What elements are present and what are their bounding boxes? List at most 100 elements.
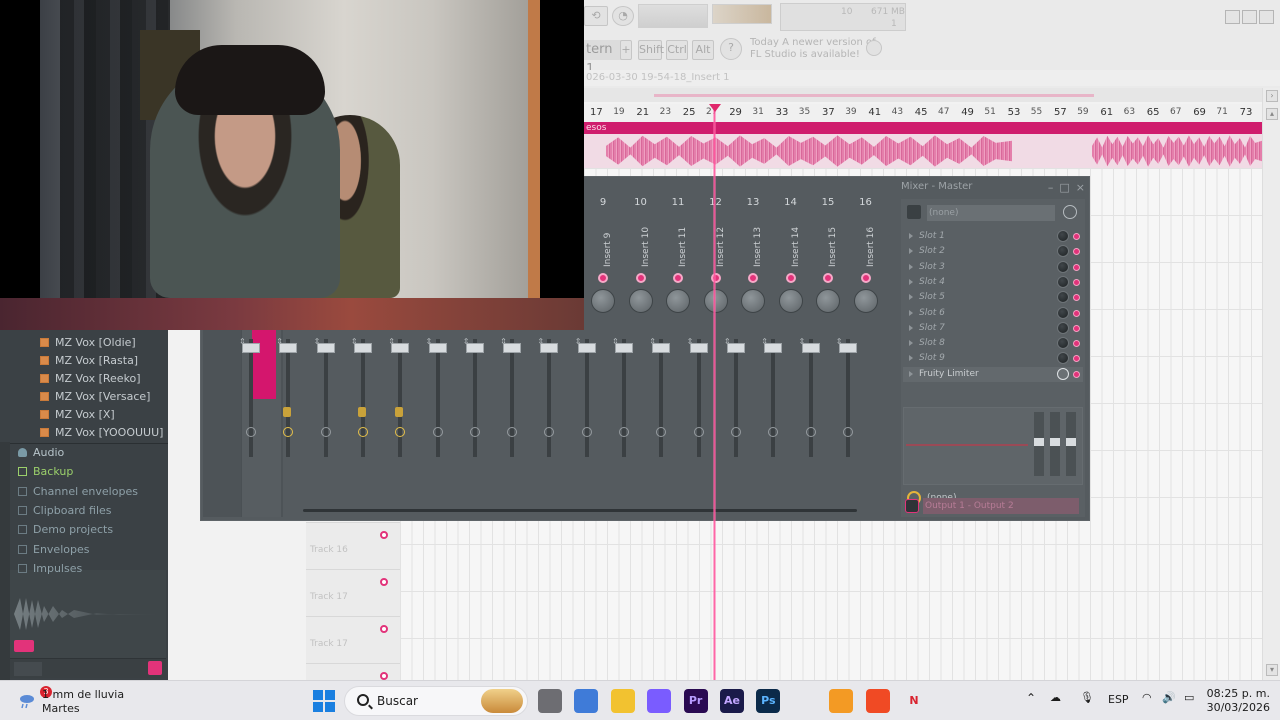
volume-fader[interactable] [503, 343, 522, 353]
browser-file-item[interactable]: MZ Vox [YOOOUUU] [0, 424, 168, 442]
browser-folder-item[interactable]: Audio [0, 444, 168, 462]
volume-fader[interactable] [801, 343, 820, 353]
link-lock-icon[interactable] [395, 407, 404, 417]
link-lock-icon[interactable] [283, 407, 292, 417]
effect-slot[interactable]: Slot 2 [903, 244, 1083, 259]
mixer-channel-strip[interactable]: ⇕ [832, 329, 866, 521]
add-pattern-button[interactable]: + [620, 40, 632, 60]
volume-fader[interactable] [577, 343, 596, 353]
effect-slot[interactable]: Slot 5 [903, 290, 1083, 305]
track-led-icon[interactable] [380, 578, 388, 586]
mixer-channel-strip[interactable]: ⇕ [272, 329, 306, 521]
volume-fader[interactable] [726, 343, 745, 353]
browser-folder-item[interactable]: Impulses [0, 560, 168, 578]
slot-mix-knob[interactable] [1057, 230, 1069, 242]
effect-slot[interactable]: Slot 1 [903, 229, 1083, 244]
volume-fader[interactable] [353, 343, 372, 353]
eq-display[interactable] [903, 407, 1083, 485]
route-circle-icon[interactable] [432, 427, 443, 437]
insert-name[interactable]: Insert 14 [781, 217, 801, 273]
slot-enable-icon[interactable] [1073, 263, 1080, 271]
copilot-icon[interactable] [647, 689, 672, 713]
mixer-maximize-icon[interactable]: □ [1059, 181, 1069, 194]
language-indicator[interactable]: ESP [1108, 693, 1129, 706]
slot-enable-icon[interactable] [1073, 324, 1080, 332]
route-circle-icon[interactable] [619, 427, 629, 437]
slot-enable-icon[interactable] [1073, 370, 1080, 378]
slot-mix-knob[interactable] [1057, 306, 1069, 319]
playhead-marker-icon[interactable] [709, 104, 721, 112]
track-led-icon[interactable] [380, 672, 388, 680]
effect-slot[interactable]: Slot 7 [903, 321, 1083, 336]
route-circle-icon[interactable] [283, 427, 294, 437]
mixer-channel-strip[interactable]: ⇕ [310, 329, 344, 521]
task-view-icon[interactable] [538, 689, 562, 713]
playlist-scroll-thumb[interactable] [654, 94, 1094, 97]
slot-mix-knob[interactable] [1057, 321, 1069, 334]
loop-icon[interactable]: ⟲ [584, 6, 608, 26]
slot-enable-icon[interactable] [1073, 294, 1080, 302]
route-circle-icon[interactable] [768, 427, 779, 437]
route-circle-icon[interactable] [805, 427, 816, 437]
track-header[interactable]: Track 17 [306, 616, 400, 662]
insert-pan-knob[interactable] [816, 289, 840, 313]
track-header[interactable]: Track 16 [306, 522, 400, 568]
slot-mix-knob[interactable] [1057, 352, 1069, 365]
insert-name[interactable]: Insert 9 [593, 217, 613, 273]
mixer-minimize-icon[interactable]: – [1048, 181, 1054, 194]
insert-name[interactable]: Insert 10 [631, 217, 651, 273]
browser-folder-item[interactable]: Backup [0, 463, 168, 481]
eq-band-slider[interactable] [1034, 412, 1044, 476]
help-icon[interactable]: ? [720, 38, 742, 60]
slot-expand-icon[interactable] [909, 294, 913, 301]
playlist-vertical-scrollbar[interactable]: › ▴ ▾ [1262, 88, 1280, 680]
preset-clock-icon[interactable] [1063, 205, 1077, 219]
volume-fader[interactable] [391, 343, 410, 353]
mixer-close-icon[interactable]: × [1076, 181, 1085, 194]
preset-selector[interactable]: (none) [927, 205, 1055, 221]
metronome-icon[interactable]: ◔ [612, 6, 634, 26]
slot-expand-icon[interactable] [909, 340, 913, 347]
volume-icon[interactable]: 🔊 [1162, 691, 1176, 704]
route-circle-icon[interactable] [656, 427, 667, 437]
slot-enable-icon[interactable] [1073, 233, 1080, 240]
windows-start-icon[interactable] [313, 690, 335, 712]
mixer-channel-strip[interactable]: ⇕ [571, 329, 605, 521]
insert-enable-icon[interactable] [598, 273, 608, 283]
route-circle-icon[interactable] [246, 427, 256, 437]
weather-widget[interactable]: 3 1 mm de lluvia Martes [14, 686, 154, 716]
insert-enable-icon[interactable] [860, 273, 871, 283]
effect-slot[interactable]: Fruity Limiter [903, 366, 1083, 382]
effect-slot[interactable]: Slot 9 [903, 351, 1083, 366]
brave-icon[interactable] [865, 689, 890, 713]
mixer-channel-strip[interactable]: ⇕ [720, 329, 754, 521]
volume-fader[interactable] [689, 343, 708, 353]
output-route-selector[interactable]: Output 1 - Output 2 [923, 498, 1079, 514]
insert-pan-knob[interactable] [666, 289, 690, 313]
battery-icon[interactable]: ▭ [1184, 691, 1194, 704]
chatgpt-icon[interactable] [938, 689, 963, 713]
track-led-icon[interactable] [380, 531, 388, 539]
browser-folder-item[interactable]: Envelopes [0, 541, 168, 559]
mixer-channel-strip[interactable]: ⇕ [683, 329, 717, 521]
browser-search-input[interactable] [14, 662, 42, 676]
insert-name[interactable]: Insert 15 [818, 217, 838, 273]
eq-band-slider[interactable] [1050, 412, 1060, 476]
route-circle-icon[interactable] [544, 427, 555, 437]
slot-expand-icon[interactable] [909, 233, 913, 239]
insert-enable-icon[interactable] [823, 273, 833, 283]
insert-pan-knob[interactable] [628, 289, 653, 313]
link-lock-icon[interactable] [357, 407, 366, 417]
slot-mix-knob[interactable] [1057, 275, 1069, 288]
slot-expand-icon[interactable] [909, 355, 913, 362]
browser-file-item[interactable]: MZ Vox [Versace] [0, 388, 168, 406]
file-explorer-icon[interactable] [610, 689, 635, 713]
insert-pan-knob[interactable] [778, 289, 803, 313]
news-gear-icon[interactable] [866, 40, 882, 56]
fl-studio-icon[interactable] [829, 689, 854, 713]
eq-band-slider[interactable] [1066, 412, 1076, 476]
track-header[interactable]: Track 17 [306, 569, 400, 615]
route-circle-icon[interactable] [693, 427, 704, 437]
insert-pan-knob[interactable] [853, 289, 878, 313]
mixer-channel-strip[interactable]: ⇕ [645, 329, 679, 521]
